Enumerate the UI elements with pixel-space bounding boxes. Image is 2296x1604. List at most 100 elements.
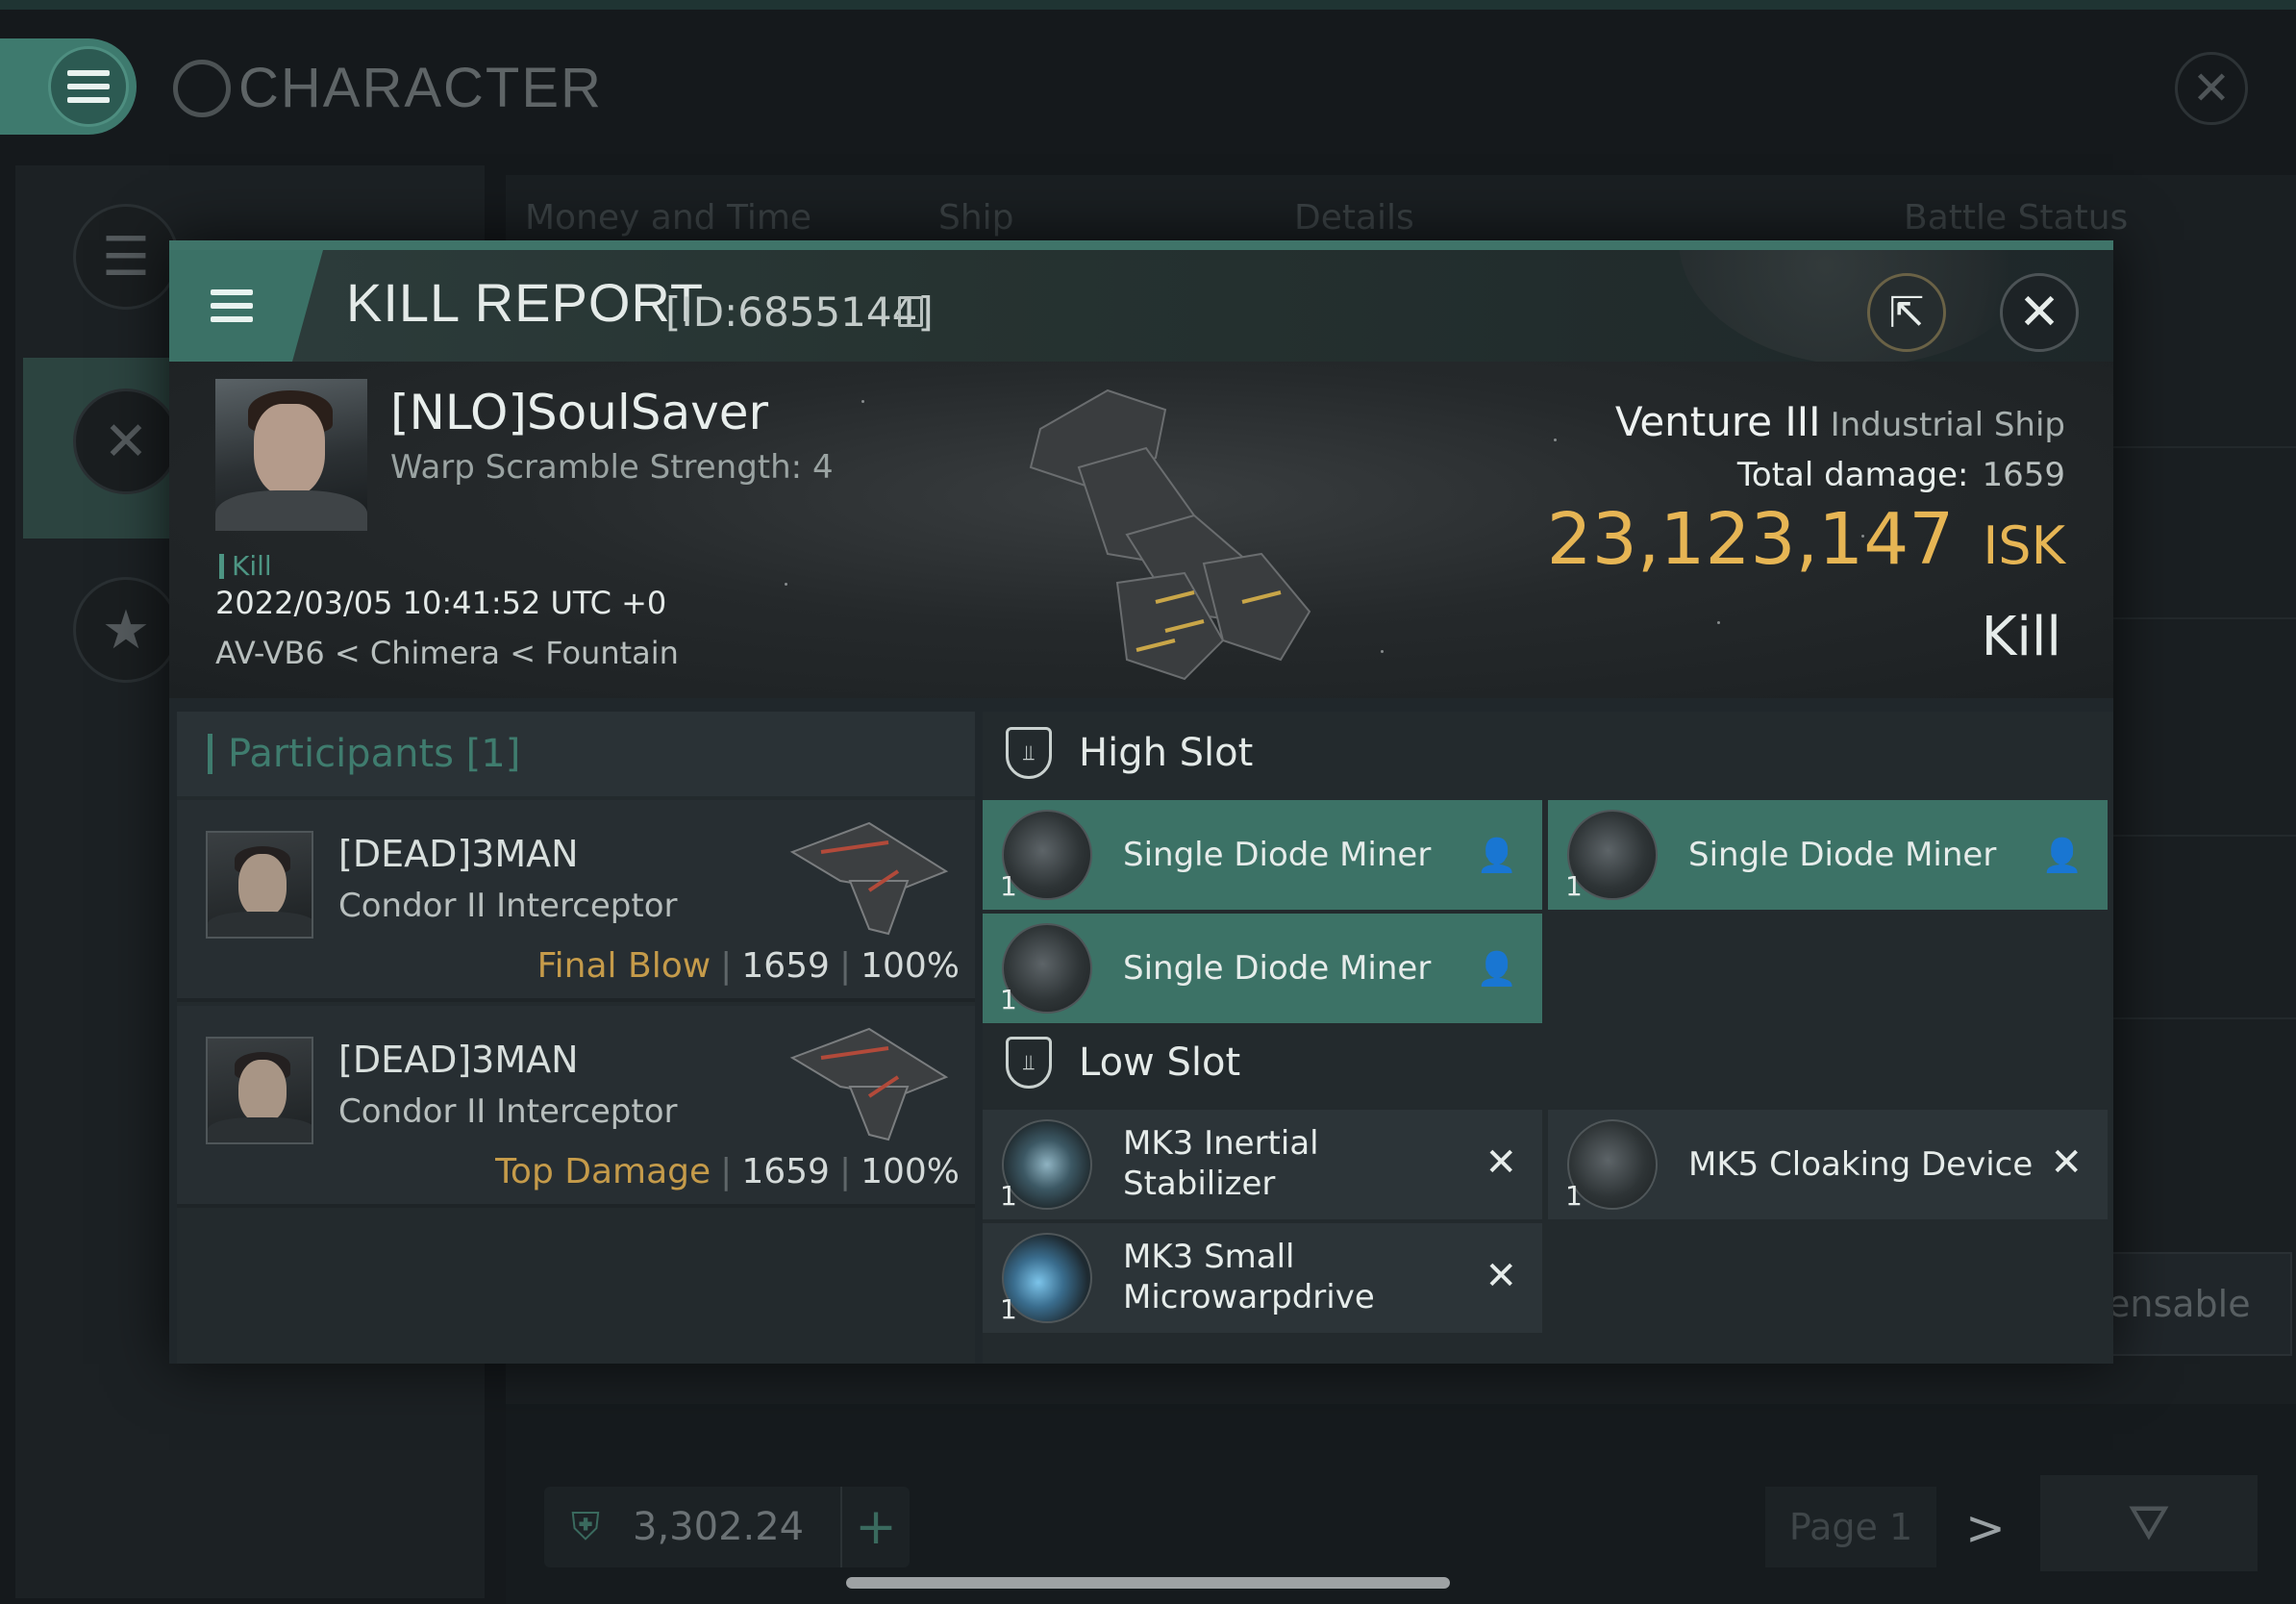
fitted-item[interactable]: 1 Single Diode Miner 👤 <box>983 914 1542 1023</box>
isk-value: 23,123,147 ISK <box>1547 498 2065 581</box>
participants-header-label: Participants [1] <box>228 732 521 776</box>
total-damage-value: 1659 <box>1982 456 2065 494</box>
participant-ship-image <box>789 821 949 936</box>
character-close-button[interactable]: ✕ <box>2175 52 2248 125</box>
destroyed-x-icon: ✕ <box>1485 1140 1517 1185</box>
sidebar-menu-icon[interactable]: ☰ <box>73 204 179 310</box>
participant-percent: 100% <box>861 1152 960 1191</box>
participant-row[interactable]: [DEAD]3MAN Condor II Interceptor Final B… <box>177 800 975 1002</box>
divider <box>2106 1017 2296 1019</box>
add-funds-button[interactable]: + <box>840 1487 910 1567</box>
tab-details[interactable]: Details <box>1294 198 1414 238</box>
high-slot-icon: ⫫ <box>1006 727 1052 779</box>
kill-location[interactable]: AV-VB6 < Chimera < Fountain <box>215 635 679 671</box>
main-menu-button[interactable] <box>0 38 137 135</box>
kill-result: Kill <box>1981 606 2061 668</box>
close-button[interactable]: ✕ <box>2000 273 2079 352</box>
tab-battle-status[interactable]: Battle Status <box>1904 198 2128 238</box>
victim-ship-name[interactable]: Venture III <box>1615 398 1821 445</box>
item-quantity: 1 <box>1565 870 1583 902</box>
close-icon: ✕ <box>2018 284 2060 341</box>
fitted-item[interactable]: 1 Single Diode Miner 👤 <box>1548 800 2108 910</box>
victim-summary: [NLO]SoulSaver Warp Scramble Strength: 4… <box>169 362 2113 698</box>
fitted-item[interactable]: 1 Single Diode Miner 👤 <box>983 800 1542 910</box>
destroyed-x-icon: ✕ <box>1485 1254 1517 1298</box>
participants-panel: Participants [1] [DEAD]3MAN Condor II In… <box>177 712 975 1364</box>
participant-name: [DEAD]3MAN <box>338 1039 579 1081</box>
item-name: MK5 Cloaking Device <box>1688 1145 2034 1184</box>
item-name: MK3 Inertial Stabilizer <box>1123 1124 1319 1203</box>
participant-portrait[interactable] <box>206 831 313 939</box>
kill-datetime: 2022/03/05 10:41:52 UTC +0 <box>215 585 667 621</box>
participant-ship-image <box>789 1027 949 1141</box>
dispensable-label: ensable <box>2108 1283 2251 1325</box>
top-bar <box>0 0 2296 10</box>
modal-header: KILL REPORT [ID:6855144] ⇱ ✕ <box>169 250 2113 365</box>
participant-ship: Condor II Interceptor <box>338 887 678 925</box>
participant-role: Final Blow <box>537 946 711 986</box>
destroyed-item[interactable]: 1 MK3 Inertial Stabilizer ✕ <box>983 1110 1542 1219</box>
participant-role: Top Damage <box>495 1152 711 1191</box>
fitted-person-icon: 👤 <box>1476 837 1517 875</box>
participants-header: Participants [1] <box>177 712 975 796</box>
isk-amount: 23,123,147 <box>1546 498 1955 581</box>
wallet-display: ⛨ 3,302.24 + <box>544 1487 910 1567</box>
low-slot-icon: ⫫ <box>1006 1037 1052 1089</box>
divider <box>2106 835 2296 837</box>
participant-damage: 1659 <box>741 1152 830 1191</box>
destroyed-item[interactable]: 1 MK3 Small Microwarpdrive ✕ <box>983 1223 1542 1333</box>
high-slot-header: ⫫ High Slot <box>983 712 2113 794</box>
participant-ship: Condor II Interceptor <box>338 1092 678 1131</box>
low-slot-header: ⫫ Low Slot <box>983 1021 2113 1104</box>
destroyed-item[interactable]: 1 MK5 Cloaking Device ✕ <box>1548 1110 2108 1219</box>
divider <box>2106 617 2296 619</box>
tab-ship[interactable]: Ship <box>938 198 1014 238</box>
participant-row[interactable]: [DEAD]3MAN Condor II Interceptor Top Dam… <box>177 1006 975 1208</box>
menu-icon <box>48 46 129 127</box>
participant-name: [DEAD]3MAN <box>338 833 579 875</box>
external-link-icon: ⇱ <box>1888 288 1925 338</box>
page-indicator[interactable]: Page 1 <box>1765 1487 1936 1567</box>
page: CHARACTER ✕ ☰ ✕ ★ Money and Time Ship De… <box>0 0 2296 1604</box>
home-indicator <box>846 1577 1450 1589</box>
item-name: Single Diode Miner <box>1123 949 1432 988</box>
modal-menu-button[interactable] <box>169 250 323 362</box>
dispensable-button[interactable]: ensable <box>2102 1252 2292 1356</box>
planet-decoration <box>1679 250 2044 365</box>
kill-tag: Kill <box>219 550 272 582</box>
crossed-swords-icon[interactable]: ✕ <box>73 388 179 494</box>
item-quantity: 1 <box>1000 1293 1017 1325</box>
tab-money-and-time[interactable]: Money and Time <box>525 198 811 238</box>
destroyed-x-icon: ✕ <box>2050 1140 2083 1185</box>
participant-damage: 1659 <box>741 946 830 986</box>
filter-icon: ⛛ <box>2128 1493 2170 1552</box>
item-quantity: 1 <box>1000 1180 1017 1212</box>
item-name: Single Diode Miner <box>1688 836 1997 874</box>
currency-icon: ⛨ <box>571 1505 600 1549</box>
share-button[interactable]: ⇱ <box>1867 273 1946 352</box>
menu-icon <box>211 289 253 322</box>
total-damage: Total damage: 1659 <box>1737 456 2065 494</box>
wallet-amount: 3,302.24 <box>633 1505 805 1549</box>
victim-name[interactable]: [NLO]SoulSaver <box>390 385 768 440</box>
participant-portrait[interactable] <box>206 1037 313 1144</box>
fitting-panel: ⫫ High Slot 1 Single Diode Miner 👤 1 Sin… <box>983 712 2113 1364</box>
kill-report-modal: KILL REPORT [ID:6855144] ⇱ ✕ [NLO]SoulSa… <box>169 240 2113 1364</box>
modal-title: KILL REPORT <box>346 272 705 333</box>
kill-report-id: [ID:6855144] <box>665 288 934 336</box>
star-icon[interactable]: ★ <box>73 577 179 683</box>
participant-stats: Top Damage | 1659 | 100% <box>495 1152 960 1191</box>
item-quantity: 1 <box>1565 1180 1583 1212</box>
victim-portrait[interactable] <box>215 379 367 531</box>
character-icon <box>173 59 231 117</box>
filter-button[interactable]: ⛛ <box>2040 1475 2258 1571</box>
total-damage-label: Total damage: <box>1736 456 1969 494</box>
high-slot-label: High Slot <box>1079 731 1254 775</box>
warp-scramble-strength: Warp Scramble Strength: 4 <box>390 448 834 487</box>
next-page-button[interactable]: > <box>1965 1500 2006 1556</box>
copy-icon[interactable] <box>898 296 923 327</box>
low-slot-label: Low Slot <box>1079 1040 1241 1085</box>
divider <box>2106 446 2296 448</box>
item-quantity: 1 <box>1000 870 1017 902</box>
item-quantity: 1 <box>1000 984 1017 1015</box>
